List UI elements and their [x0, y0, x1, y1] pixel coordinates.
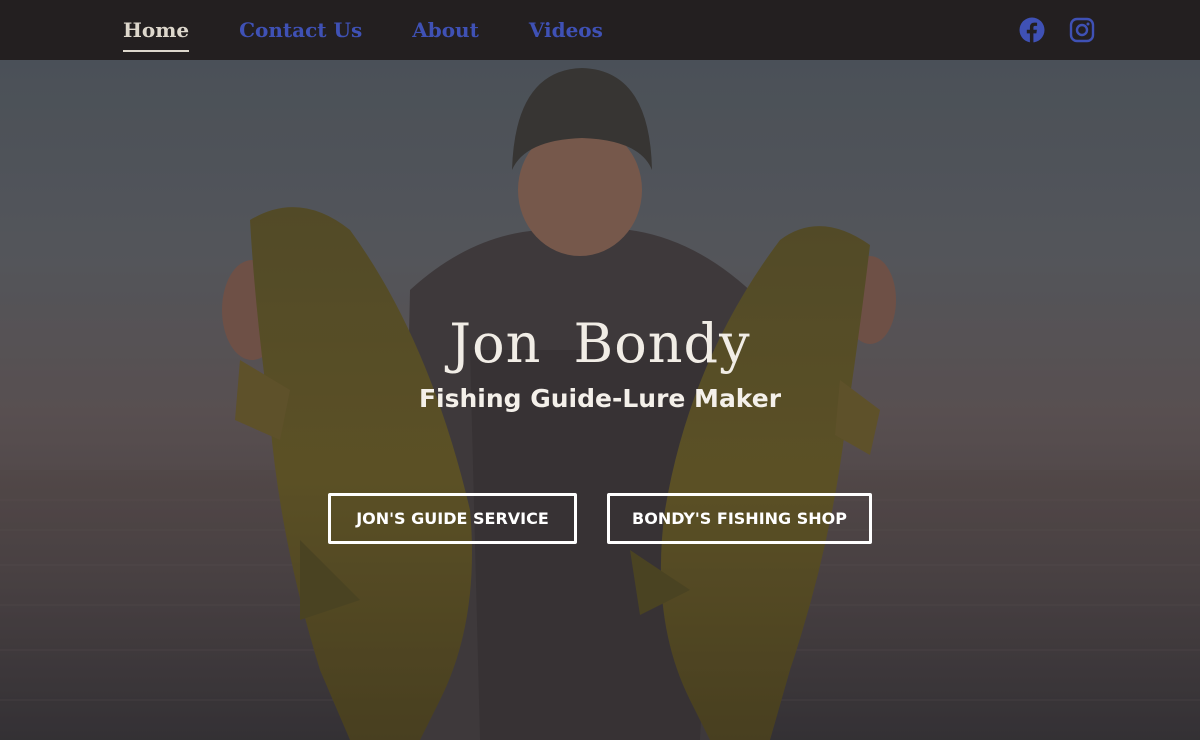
hero-subtitle: Fishing Guide-Lure Maker	[418, 384, 782, 413]
hero-section: Jon Bondy Fishing Guide-Lure Maker JON'S…	[0, 60, 1200, 740]
fishing-shop-button[interactable]: BONDY'S FISHING SHOP	[607, 493, 872, 544]
nav-item-videos[interactable]: Videos	[529, 0, 603, 60]
main-nav: Home Contact Us About Videos	[123, 0, 653, 60]
nav-item-about[interactable]: About	[412, 0, 479, 60]
instagram-icon[interactable]	[1069, 17, 1095, 43]
hero-title: Jon Bondy	[449, 312, 751, 375]
nav-item-home[interactable]: Home	[123, 0, 190, 60]
top-navigation-bar: Home Contact Us About Videos	[0, 0, 1200, 60]
nav-item-contact-us[interactable]: Contact Us	[239, 0, 362, 60]
facebook-icon[interactable]	[1019, 17, 1045, 43]
guide-service-button[interactable]: JON'S GUIDE SERVICE	[328, 493, 577, 544]
